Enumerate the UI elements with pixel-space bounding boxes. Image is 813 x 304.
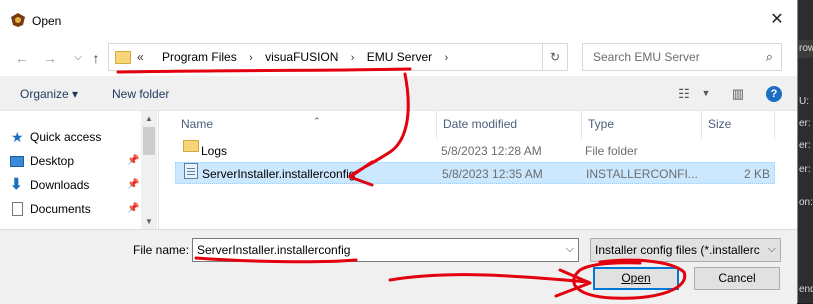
open-button[interactable]: Open: [593, 267, 679, 290]
background-text: er:: [799, 140, 811, 151]
breadcrumb-overflow[interactable]: «: [137, 50, 144, 64]
file-type: INSTALLERCONFI...: [586, 167, 698, 181]
search-icon[interactable]: ⌕: [766, 49, 773, 65]
sidebar-item-desktop[interactable]: Desktop 📌: [10, 151, 139, 171]
scroll-down-icon[interactable]: ▼: [141, 217, 157, 226]
app-icon: [11, 13, 25, 27]
file-date: 5/8/2023 12:28 AM: [441, 144, 542, 158]
breadcrumb: « Program Files › visuaFUSION › EMU Serv…: [137, 50, 457, 64]
background-window: row U: er: er: er: on: end: [798, 0, 813, 303]
sidebar-item-label: Desktop: [30, 154, 75, 168]
preview-pane-icon[interactable]: ▥: [730, 86, 746, 102]
background-text: row: [799, 43, 813, 54]
sidebar-item-label: Documents: [30, 202, 91, 216]
pin-icon[interactable]: 📌: [127, 199, 139, 219]
file-list: Name ⌃ Date modified Type Size Logs 5/8/…: [159, 111, 797, 229]
background-text: er:: [799, 118, 811, 129]
search-box[interactable]: ⌕: [582, 43, 782, 71]
pin-icon[interactable]: 📌: [127, 175, 139, 195]
file-size: 2 KB: [744, 167, 771, 181]
open-file-dialog: Open ✕ ← → ⌵ ↑ « Program Files › visuaFU…: [0, 0, 798, 304]
file-type: File folder: [585, 144, 638, 158]
file-row-logs[interactable]: Logs 5/8/2023 12:28 AM File folder: [175, 140, 775, 162]
navigation-pane: ★ Quick access Desktop 📌 ⬇ Downloads 📌 D…: [0, 111, 159, 229]
sidebar-item-label: Quick access: [30, 130, 102, 144]
breadcrumb-separator-icon[interactable]: ›: [444, 52, 448, 64]
file-name-label: File name:: [133, 243, 190, 257]
refresh-button[interactable]: ↻: [542, 43, 568, 71]
recent-locations-chevron-icon[interactable]: ⌵: [68, 48, 88, 68]
sidebar-item-downloads[interactable]: ⬇ Downloads 📌: [10, 175, 139, 195]
chevron-down-icon[interactable]: ⌵: [566, 243, 574, 256]
file-row-serverinstaller[interactable]: ServerInstaller.installerconfig 5/8/2023…: [175, 162, 775, 184]
search-input[interactable]: [591, 49, 745, 65]
sidebar-item-documents[interactable]: Documents 📌: [12, 199, 139, 219]
breadcrumb-separator-icon[interactable]: ›: [249, 52, 253, 64]
view-options-chevron-icon[interactable]: ▼: [698, 88, 714, 104]
column-label: Name: [181, 117, 214, 131]
breadcrumb-program-files[interactable]: Program Files: [162, 50, 237, 64]
file-name: Logs: [201, 144, 228, 158]
help-icon[interactable]: ?: [766, 86, 782, 102]
background-text: er:: [799, 164, 811, 175]
breadcrumb-visuafusion[interactable]: visuaFUSION: [265, 50, 338, 64]
desktop-icon: [10, 156, 24, 167]
document-icon: [12, 202, 23, 216]
file-name-field[interactable]: ServerInstaller.installerconfig ⌵: [192, 238, 579, 262]
folder-icon: [115, 51, 131, 64]
cancel-button[interactable]: Cancel: [694, 267, 780, 290]
file-name: ServerInstaller.installerconfig: [202, 167, 356, 181]
folder-icon: [183, 140, 199, 152]
sidebar-item-quick-access[interactable]: ★ Quick access: [11, 127, 102, 147]
scrollbar-thumb[interactable]: [143, 127, 155, 155]
file-type-select[interactable]: Installer config files (*.installerc ⌵: [590, 238, 781, 262]
close-button[interactable]: ✕: [767, 10, 787, 30]
background-text: on:: [799, 197, 813, 208]
new-folder-button[interactable]: New folder: [112, 87, 169, 101]
pin-icon[interactable]: 📌: [127, 151, 139, 171]
dialog-footer: File name: ServerInstaller.installerconf…: [0, 229, 797, 304]
star-icon: ★: [11, 129, 24, 145]
address-bar[interactable]: « Program Files › visuaFUSION › EMU Serv…: [108, 43, 635, 71]
command-toolbar: Organize ▾ New folder ☷ ▼ ▥: [0, 78, 797, 111]
background-text: end: [799, 284, 813, 295]
forward-button[interactable]: →: [40, 48, 60, 68]
column-header-type[interactable]: Type: [582, 111, 702, 139]
background-text: U:: [799, 96, 809, 107]
column-header-date[interactable]: Date modified: [437, 111, 582, 139]
file-name-value[interactable]: ServerInstaller.installerconfig: [197, 243, 350, 257]
sort-ascending-icon: ⌃: [313, 116, 321, 126]
up-button[interactable]: ↑: [86, 48, 106, 68]
title-bar: Open ✕: [0, 0, 797, 40]
file-type-value: Installer config files (*.installerc: [595, 243, 760, 257]
breadcrumb-emu-server[interactable]: EMU Server: [367, 50, 432, 64]
sidebar-item-label: Downloads: [30, 178, 90, 192]
file-date: 5/8/2023 12:35 AM: [442, 167, 543, 181]
column-header-size[interactable]: Size: [702, 111, 775, 139]
change-view-icon[interactable]: ☷: [676, 86, 692, 102]
breadcrumb-separator-icon[interactable]: ›: [351, 52, 355, 64]
column-header-name[interactable]: Name ⌃: [175, 111, 437, 139]
download-icon: ⬇: [10, 176, 23, 193]
organize-menu-button[interactable]: Organize ▾: [20, 87, 78, 101]
config-file-icon: [184, 163, 198, 179]
back-button[interactable]: ←: [12, 48, 32, 68]
window-title: Open: [32, 14, 62, 28]
chevron-down-icon[interactable]: ⌵: [768, 243, 776, 256]
sidebar-scrollbar[interactable]: ▲ ▼: [141, 111, 157, 229]
open-button-label: Open: [621, 271, 651, 285]
scroll-up-icon[interactable]: ▲: [141, 114, 157, 123]
